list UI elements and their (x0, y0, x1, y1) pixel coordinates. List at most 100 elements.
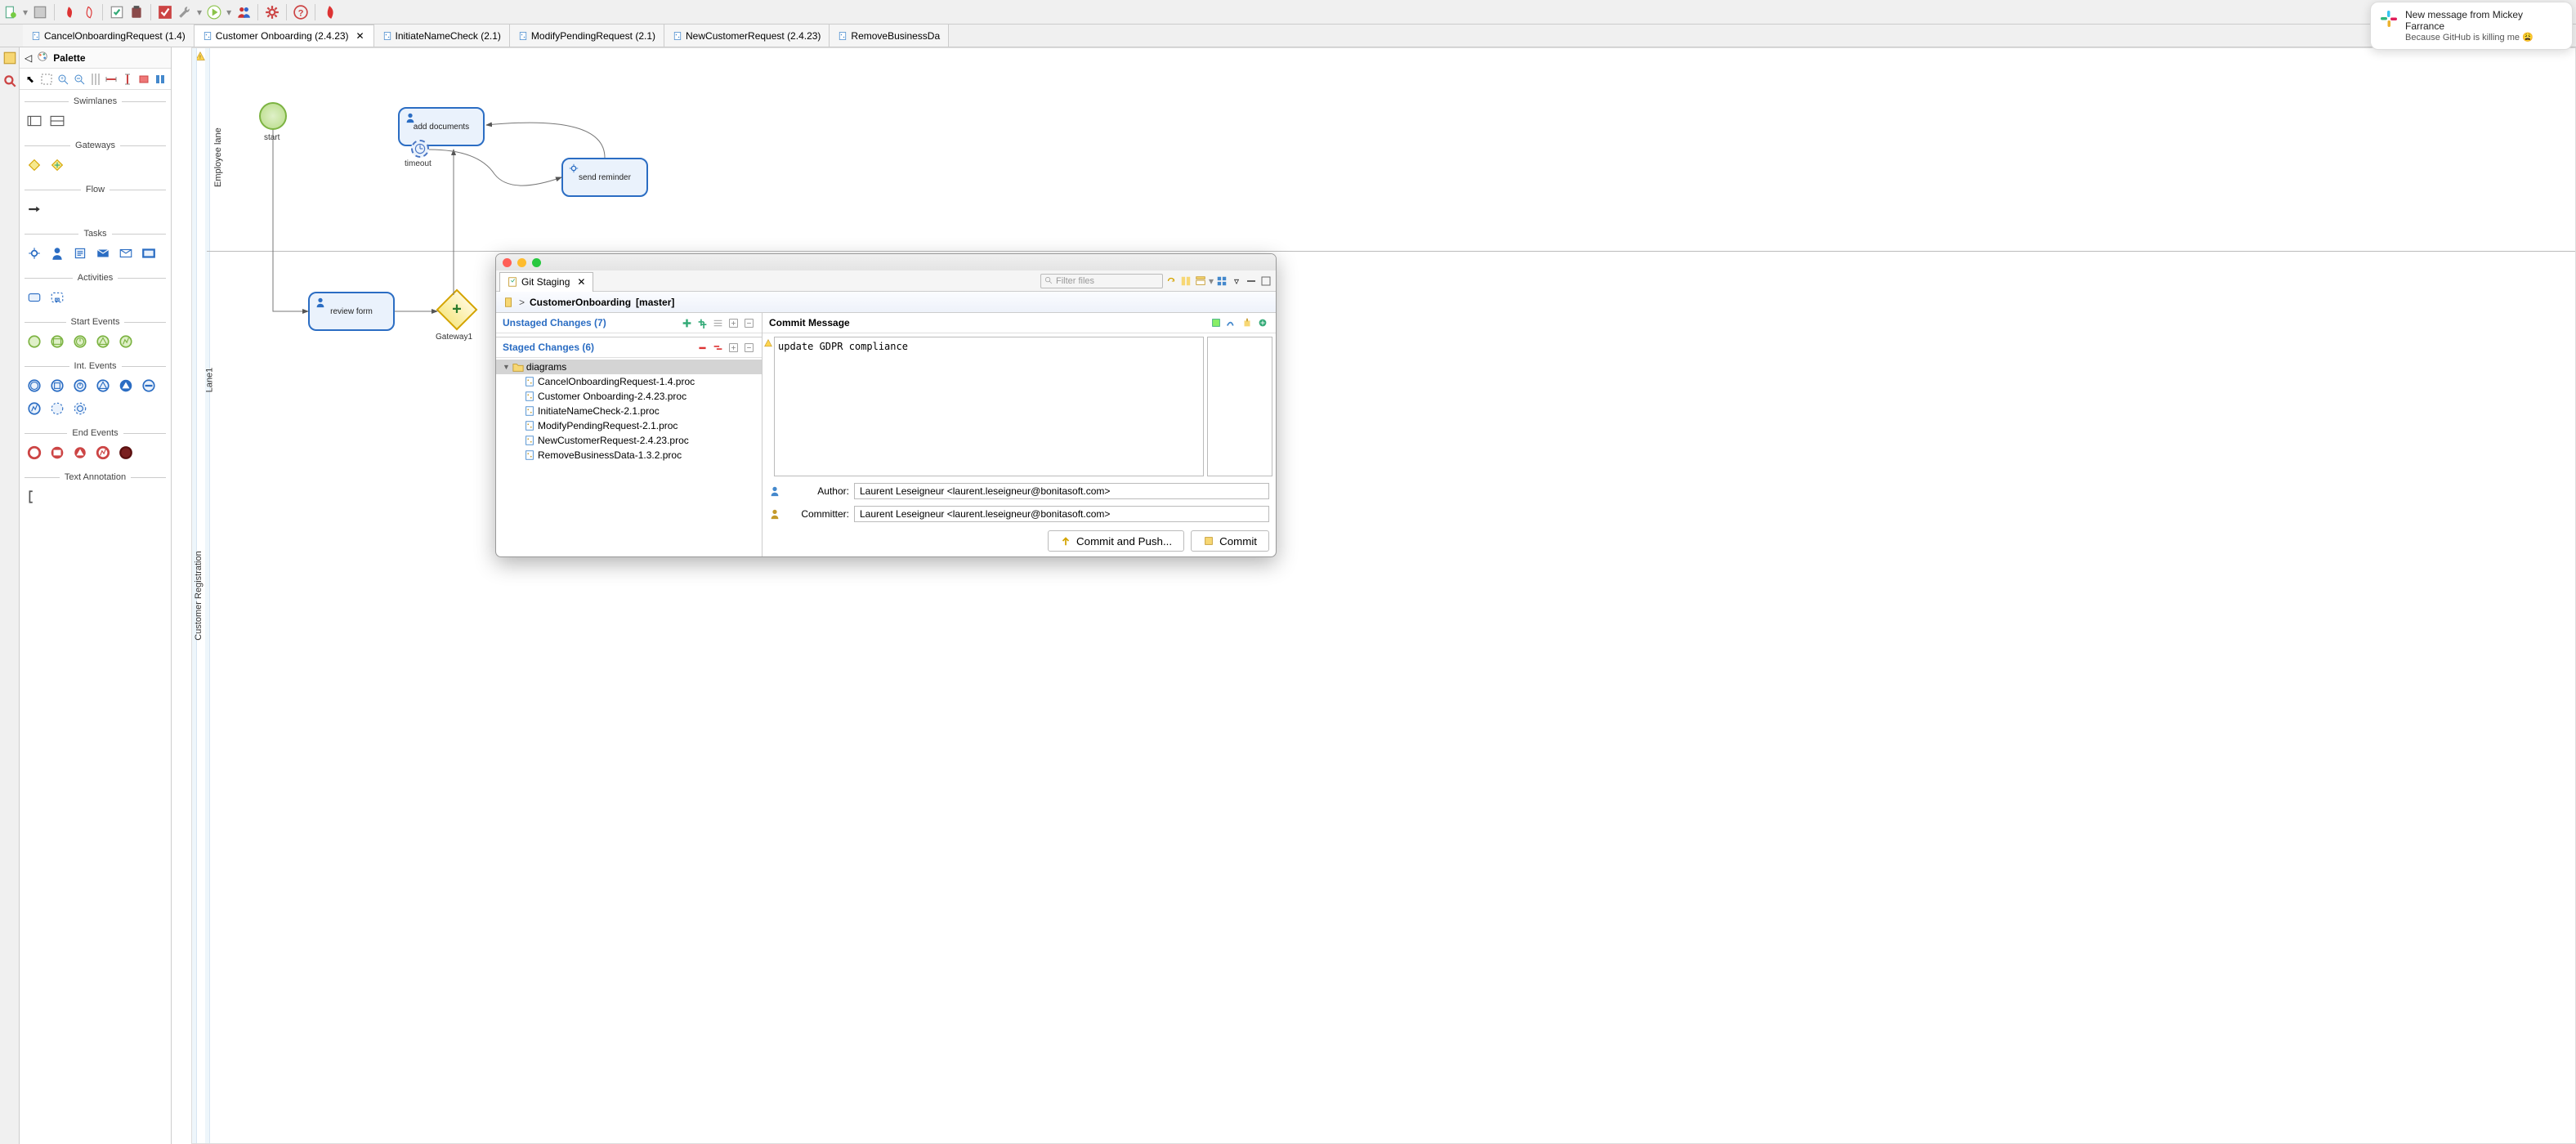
clipboard-icon[interactable] (129, 5, 144, 20)
task-add-documents[interactable]: add documents (398, 107, 485, 146)
end3-palette-icon[interactable] (72, 445, 88, 461)
presentation-icon[interactable] (711, 316, 724, 329)
lane-palette-icon[interactable] (49, 113, 65, 129)
select-tool-icon[interactable]: ⬉ (23, 72, 38, 87)
editor-tab[interactable]: RemoveBusinessDa (830, 25, 949, 47)
unstage-selected-icon[interactable] (695, 341, 709, 354)
send-palette-icon[interactable] (95, 245, 111, 261)
tab-git-staging[interactable]: Git Staging ✕ (499, 272, 593, 292)
stage-selected-icon[interactable] (680, 316, 693, 329)
xor-palette-icon[interactable] (26, 157, 42, 173)
search-icon[interactable] (2, 74, 17, 88)
tree-folder-diagrams[interactable]: ▼ diagrams (496, 360, 762, 374)
and-palette-icon[interactable] (49, 157, 65, 173)
column-icon[interactable] (1194, 275, 1207, 288)
none-palette-icon[interactable] (26, 333, 42, 350)
editor-tab[interactable]: ModifyPendingRequest (2.1) (510, 25, 664, 47)
compare-icon[interactable] (1179, 275, 1192, 288)
save-icon[interactable] (33, 5, 47, 20)
bonita-red-icon[interactable] (61, 5, 76, 20)
end4-palette-icon[interactable] (95, 445, 111, 461)
throw3-palette-icon[interactable] (26, 400, 42, 417)
catch3-palette-icon[interactable] (72, 378, 88, 394)
zoom-out-icon[interactable] (72, 72, 87, 87)
signoff-icon[interactable] (1225, 316, 1238, 329)
layout-icon[interactable] (1215, 275, 1228, 288)
gateway[interactable]: + (436, 289, 478, 331)
zoom-in-icon[interactable]: + (56, 72, 70, 87)
catch4-palette-icon[interactable] (95, 378, 111, 394)
script-palette-icon[interactable] (72, 245, 88, 261)
unstage-all-icon[interactable] (711, 341, 724, 354)
staged-file-row[interactable]: RemoveBusinessData-1.3.2.proc (496, 448, 762, 463)
staged-tree[interactable]: ▼ diagrams CancelOnboardingRequest-1.4.p… (496, 358, 762, 556)
new-file-icon[interactable] (3, 5, 18, 20)
validate2-icon[interactable] (158, 5, 172, 20)
pool-palette-icon[interactable] (26, 113, 42, 129)
catch2-palette-icon[interactable] (49, 378, 65, 394)
boundary2-palette-icon[interactable] (72, 400, 88, 417)
gear-icon[interactable] (265, 5, 280, 20)
space-v-icon[interactable] (120, 72, 135, 87)
annotation-palette-icon[interactable] (26, 489, 42, 505)
bonita-outline-icon[interactable] (81, 5, 96, 20)
validate-icon[interactable] (110, 5, 124, 20)
author-input[interactable] (854, 483, 1269, 499)
maximize-window-icon[interactable] (532, 258, 541, 267)
message-palette-icon[interactable] (49, 333, 65, 350)
error-palette-icon[interactable] (118, 333, 134, 350)
editor-tab[interactable]: NewCustomerRequest (2.4.23) (664, 25, 830, 47)
maximize-view-icon[interactable] (1259, 275, 1272, 288)
diagram-canvas[interactable]: ! Customer Registration Employee lane La… (172, 47, 2576, 1144)
signal-palette-icon[interactable] (95, 333, 111, 350)
expand-all2-icon[interactable] (727, 341, 740, 354)
commit-button[interactable]: Commit (1191, 530, 1269, 552)
close-tab-icon[interactable]: ✕ (576, 277, 586, 287)
slack-notification[interactable]: New message from Mickey Farrance Because… (2370, 2, 2573, 50)
window-titlebar[interactable] (496, 254, 1276, 270)
task-review-form[interactable]: review form (308, 292, 395, 331)
activity-palette-icon[interactable] (26, 289, 42, 306)
view-menu-icon[interactable]: ▿ (1230, 275, 1243, 288)
people-icon[interactable] (236, 5, 251, 20)
editor-tab[interactable]: Customer Onboarding (2.4.23)✕ (195, 25, 374, 47)
staged-file-row[interactable]: ModifyPendingRequest-2.1.proc (496, 418, 762, 433)
subprocess-palette-icon[interactable] (49, 289, 65, 306)
play-icon[interactable] (207, 5, 221, 20)
boundary1-palette-icon[interactable] (49, 400, 65, 417)
minimize-window-icon[interactable] (517, 258, 526, 267)
throw2-palette-icon[interactable] (141, 378, 157, 394)
committer-input[interactable] (854, 506, 1269, 522)
marquee-tool-icon[interactable] (39, 72, 54, 87)
collapse-all-icon[interactable] (742, 316, 755, 329)
align-icon[interactable] (136, 72, 151, 87)
back-icon[interactable]: ◁ (25, 52, 32, 64)
minimize-view-icon[interactable] (1245, 275, 1258, 288)
staged-file-row[interactable]: Customer Onboarding-2.4.23.proc (496, 389, 762, 404)
help-icon[interactable]: ? (293, 5, 308, 20)
human-palette-icon[interactable] (49, 245, 65, 261)
end2-palette-icon[interactable] (49, 445, 65, 461)
collapse-all2-icon[interactable] (742, 341, 755, 354)
expand-all-icon[interactable] (727, 316, 740, 329)
timer-boundary-event[interactable] (411, 140, 429, 158)
changeid-icon[interactable] (1241, 316, 1254, 329)
overview-icon[interactable] (2, 51, 17, 65)
call-palette-icon[interactable] (141, 245, 157, 261)
refresh-icon[interactable] (1165, 275, 1178, 288)
staged-file-row[interactable]: NewCustomerRequest-2.4.23.proc (496, 433, 762, 448)
receive-palette-icon[interactable] (118, 245, 134, 261)
throw1-palette-icon[interactable] (118, 378, 134, 394)
close-tab-icon[interactable]: ✕ (356, 31, 365, 41)
distribute-icon[interactable] (153, 72, 168, 87)
filter-files-input[interactable]: Filter files (1040, 274, 1163, 288)
timer-palette-icon[interactable] (72, 333, 88, 350)
wrench-icon[interactable] (177, 5, 192, 20)
amend-icon[interactable] (1210, 316, 1223, 329)
sequence-palette-icon[interactable] (26, 201, 42, 217)
stage-all-icon[interactable] (695, 316, 709, 329)
task-send-reminder[interactable]: send reminder (561, 158, 648, 197)
commit-and-push-button[interactable]: Commit and Push... (1048, 530, 1184, 552)
service-palette-icon[interactable] (26, 245, 42, 261)
editor-tab[interactable]: CancelOnboardingRequest (1.4) (23, 25, 195, 47)
